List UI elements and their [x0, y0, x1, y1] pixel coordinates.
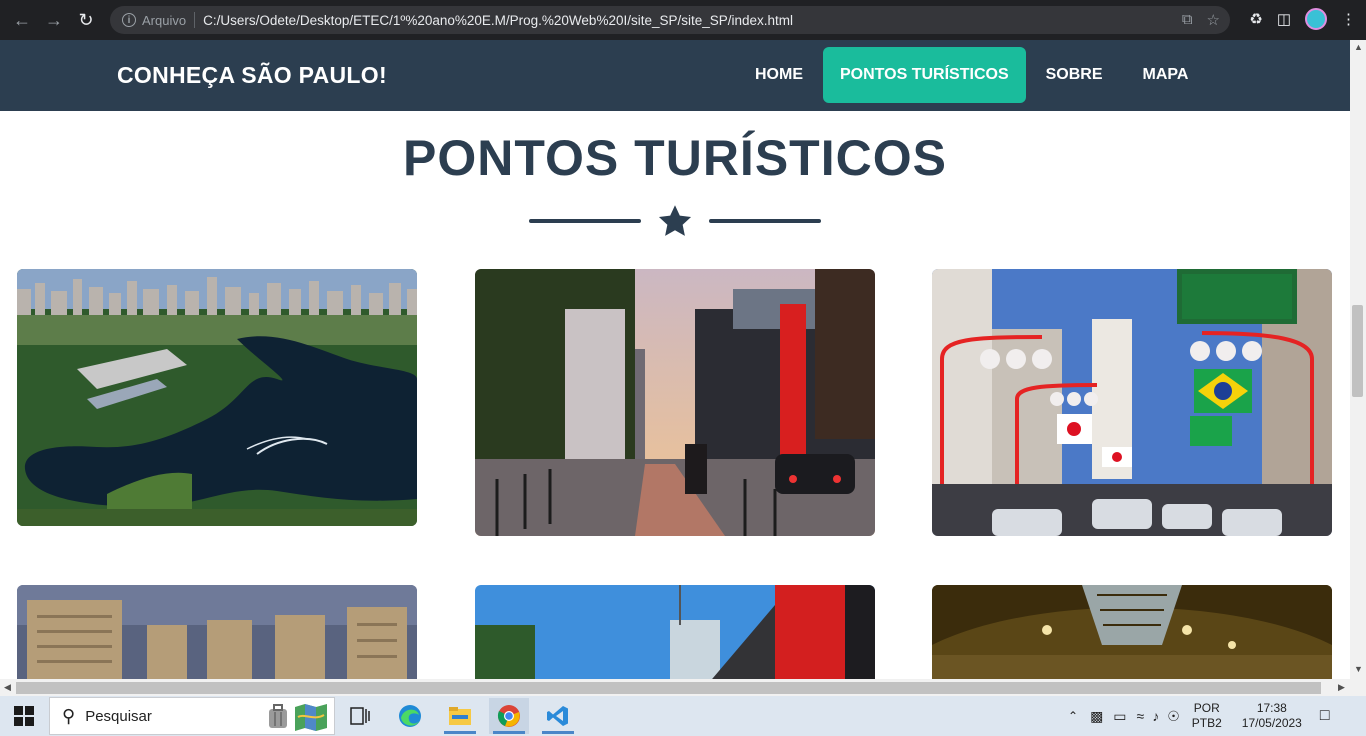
- bookmark-star-icon[interactable]: ☆: [1207, 11, 1220, 29]
- windows-taskbar: ⚲ Pesquisar ⌃ ▩ ▭ ≈ ♪ ☉ POR PTB2 17:38 1…: [0, 696, 1366, 736]
- tourist-card-image[interactable]: [932, 585, 1332, 679]
- vscode-running-indicator: [542, 731, 574, 734]
- star-icon: [658, 205, 692, 236]
- forward-icon[interactable]: →: [40, 6, 68, 34]
- extensions-icon[interactable]: ♻: [1249, 10, 1262, 28]
- scroll-down-icon[interactable]: ▼: [1354, 664, 1363, 674]
- luggage-icon: [269, 704, 287, 728]
- chrome-icon[interactable]: [489, 698, 529, 734]
- taskbar-search-box[interactable]: ⚲ Pesquisar: [49, 697, 335, 735]
- tourist-card-image[interactable]: [475, 269, 875, 536]
- site-brand[interactable]: CONHEÇA SÃO PAULO!: [117, 62, 387, 89]
- scroll-left-icon[interactable]: ◀: [4, 682, 11, 693]
- info-icon: i: [122, 13, 136, 27]
- battery-icon[interactable]: ▭: [1113, 708, 1126, 725]
- map-icon: [295, 704, 327, 731]
- keyboard-layout-label: PTB2: [1191, 716, 1222, 730]
- share-icon[interactable]: ⧉: [1182, 11, 1193, 29]
- profile-avatar[interactable]: [1305, 8, 1327, 30]
- windows-start-icon[interactable]: [14, 706, 34, 726]
- security-icon[interactable]: ▩: [1090, 708, 1103, 725]
- vscode-icon[interactable]: [538, 698, 578, 734]
- address-bar[interactable]: i Arquivo C:/Users/Odete/Desktop/ETEC/1º…: [110, 6, 1230, 34]
- wifi-icon[interactable]: ≈: [1137, 708, 1145, 724]
- input-language-indicator[interactable]: POR PTB2: [1192, 701, 1222, 731]
- tourist-card-image[interactable]: [475, 585, 875, 679]
- title-divider: [529, 203, 821, 239]
- clock[interactable]: 17:38 17/05/2023: [1242, 701, 1302, 731]
- scroll-right-icon[interactable]: ▶: [1338, 682, 1345, 693]
- menu-mapa[interactable]: MAPA: [1123, 47, 1209, 103]
- file-explorer-running-indicator: [444, 731, 476, 734]
- system-tray: ⌃ ▩ ▭ ≈ ♪ ☉ POR PTB2 17:38 17/05/2023 □: [1068, 696, 1330, 736]
- avenida-paulista-image: [475, 269, 875, 536]
- horizontal-scroll-thumb[interactable]: [16, 682, 1321, 694]
- tourist-card-image[interactable]: [17, 269, 417, 526]
- browser-toolbar: ← → ↻ i Arquivo C:/Users/Odete/Desktop/E…: [0, 0, 1366, 40]
- volume-icon[interactable]: ♪: [1152, 708, 1159, 724]
- chrome-running-indicator: [493, 731, 525, 734]
- site-info-label: Arquivo: [142, 12, 187, 28]
- file-explorer-icon[interactable]: [440, 698, 480, 734]
- address-separator: [194, 12, 196, 28]
- clock-date: 17/05/2023: [1241, 716, 1302, 730]
- microphone-icon[interactable]: ☉: [1167, 708, 1180, 725]
- menu-pontos-turisticos[interactable]: PONTOS TURÍSTICOS: [823, 47, 1026, 103]
- side-panel-icon[interactable]: ◫: [1277, 10, 1291, 28]
- site-navbar: CONHEÇA SÃO PAULO! HOME PONTOS TURÍSTICO…: [0, 40, 1350, 111]
- clock-time: 17:38: [1256, 701, 1287, 715]
- masp-image: [475, 585, 875, 679]
- url-text[interactable]: C:/Users/Odete/Desktop/ETEC/1º%20ano%20E…: [203, 13, 793, 28]
- mercado-municipal-image: [932, 585, 1332, 679]
- edge-icon[interactable]: [390, 698, 430, 734]
- back-icon[interactable]: ←: [8, 6, 36, 34]
- scroll-up-icon[interactable]: ▲: [1354, 42, 1363, 52]
- main-menu: HOME PONTOS TURÍSTICOS SOBRE MAPA: [735, 47, 1208, 103]
- park-lake-image: [17, 269, 417, 526]
- main-content: PONTOS TURÍSTICOS: [0, 111, 1350, 679]
- browser-menu-icon[interactable]: ⋮: [1341, 10, 1356, 28]
- divider-line-left: [529, 219, 641, 223]
- vertical-scroll-thumb[interactable]: [1352, 305, 1363, 397]
- notifications-icon[interactable]: □: [1320, 707, 1330, 725]
- language-label: POR: [1193, 701, 1220, 715]
- section-title: PONTOS TURÍSTICOS: [403, 130, 947, 186]
- chevron-up-icon[interactable]: ⌃: [1068, 709, 1078, 723]
- buildings-image: [17, 585, 417, 679]
- search-icon: ⚲: [62, 705, 76, 726]
- liberdade-street-image: [932, 269, 1332, 536]
- site-info-button[interactable]: i Arquivo: [122, 13, 186, 28]
- tourist-card-image[interactable]: [932, 269, 1332, 536]
- menu-sobre[interactable]: SOBRE: [1026, 47, 1123, 103]
- task-view-icon[interactable]: [340, 698, 380, 734]
- taskbar-search-placeholder: Pesquisar: [85, 707, 152, 725]
- tourist-card-image[interactable]: [17, 585, 417, 679]
- divider-line-right: [709, 219, 821, 223]
- menu-home[interactable]: HOME: [735, 47, 823, 103]
- reload-icon[interactable]: ↻: [72, 6, 100, 34]
